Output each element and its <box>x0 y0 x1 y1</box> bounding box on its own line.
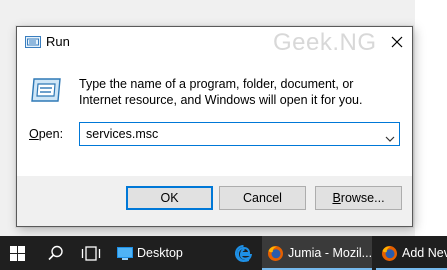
desktop-icon <box>117 247 133 260</box>
watermark: Geek.NG <box>273 29 377 56</box>
open-label: Open: <box>29 127 63 141</box>
open-label-accelerator: O <box>29 127 39 141</box>
dialog-content: Type the name of a program, folder, docu… <box>17 57 412 176</box>
run-dialog: Run Geek.NG Type the name of a program, … <box>16 26 413 227</box>
open-label-text: pen: <box>38 127 64 141</box>
open-combobox[interactable]: services.msc <box>79 122 400 146</box>
open-input[interactable]: services.msc <box>86 127 158 141</box>
taskbar-add-new-label: Add Nev <box>402 246 447 260</box>
ok-button[interactable]: OK <box>126 186 213 210</box>
task-view-icon <box>81 246 101 261</box>
close-icon <box>391 36 403 48</box>
task-view-button[interactable] <box>74 236 108 270</box>
run-icon <box>24 35 42 49</box>
combobox-dropdown-button[interactable] <box>385 130 395 148</box>
taskbar-firefox-window[interactable]: Jumia - Mozil... <box>262 236 372 270</box>
browse-label: rowse... <box>340 191 385 205</box>
browse-button[interactable]: Browse... <box>315 186 402 210</box>
firefox-icon <box>382 246 397 261</box>
run-program-icon <box>30 77 62 103</box>
taskbar: Desktop Jumia - Mozil... Add Nev <box>0 236 447 270</box>
start-button[interactable] <box>0 236 36 270</box>
firefox-icon <box>268 246 283 261</box>
taskbar-desktop-label: Desktop <box>137 246 183 260</box>
chevron-down-icon <box>385 136 395 142</box>
windows-start-icon <box>10 246 25 261</box>
taskbar-edge[interactable] <box>226 236 262 270</box>
taskbar-firefox-window-2[interactable]: Add Nev <box>376 236 447 270</box>
dialog-title: Run <box>46 34 70 49</box>
cancel-button[interactable]: Cancel <box>219 186 306 210</box>
title-bar[interactable]: Run Geek.NG <box>17 27 412 57</box>
search-button[interactable] <box>38 236 74 270</box>
taskbar-firefox-window-label: Jumia - Mozil... <box>288 246 373 260</box>
desktop-background <box>415 0 447 236</box>
dialog-description: Type the name of a program, folder, docu… <box>79 77 363 107</box>
taskbar-desktop-toolbar[interactable]: Desktop <box>112 236 212 270</box>
browse-accelerator: B <box>332 191 341 205</box>
edge-icon <box>235 245 252 262</box>
search-icon <box>48 245 63 261</box>
close-button[interactable] <box>382 27 412 57</box>
